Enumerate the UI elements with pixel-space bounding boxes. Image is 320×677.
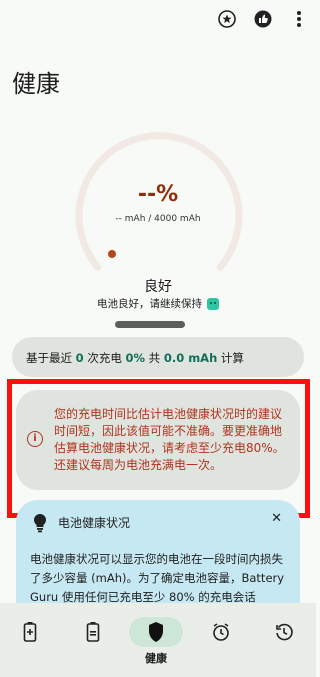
gauge-percent: --% bbox=[137, 182, 179, 207]
warning-text: 您的充电时间比估计电池健康状况时的建议时间短，因此该值可能不准确。要更准确地估算… bbox=[54, 407, 285, 472]
stats-mid2: 共 bbox=[145, 351, 164, 365]
nav-discharging[interactable] bbox=[75, 617, 111, 647]
gauge-dot bbox=[108, 250, 116, 258]
lightbulb-icon bbox=[33, 513, 47, 533]
nav-health[interactable] bbox=[129, 617, 183, 647]
shield-icon bbox=[149, 622, 163, 642]
nav-charging[interactable] bbox=[12, 617, 48, 647]
stats-mid1: 次充电 bbox=[83, 351, 126, 365]
nav-alarm[interactable] bbox=[203, 617, 239, 647]
nav-history[interactable] bbox=[266, 617, 302, 647]
happy-face-icon bbox=[207, 297, 219, 310]
more-vert-icon[interactable] bbox=[288, 8, 310, 30]
stats-suffix: 计算 bbox=[217, 351, 244, 365]
stats-text: 基于最近 0 次充电 0% 共 0.0 mAh 计算 bbox=[26, 350, 244, 366]
battery-card-title: 电池健康状况 bbox=[58, 516, 131, 530]
battery-icon bbox=[86, 622, 100, 642]
charge-mah: 0.0 mAh bbox=[163, 351, 218, 365]
badge-icon[interactable] bbox=[216, 8, 238, 30]
page-title: 健康 bbox=[12, 70, 60, 98]
health-description-text: 电池良好，请继续保持 bbox=[97, 298, 202, 310]
charge-count: 0 bbox=[75, 351, 84, 365]
info-icon: i bbox=[27, 431, 43, 447]
history-icon bbox=[276, 623, 293, 641]
warning-card: i 您的充电时间比估计电池健康状况时的建议时间短，因此该值可能不准确。要更准确地… bbox=[16, 390, 300, 490]
stats-card: 基于最近 0 次充电 0% 共 0.0 mAh 计算 bbox=[12, 337, 304, 377]
drag-handle[interactable] bbox=[115, 321, 185, 328]
bottom-navigation: 健康 bbox=[0, 603, 316, 677]
health-description: 电池良好，请继续保持 bbox=[0, 296, 316, 311]
gauge-capacity: -- mAh / 4000 mAh bbox=[115, 214, 201, 224]
stats-prefix: 基于最近 bbox=[26, 351, 76, 365]
battery-card-text: 电池健康状况可以显示您的电池在一段时间内损失了多少容量 (mAh)。为了确定电池… bbox=[30, 552, 285, 604]
charge-percent: 0% bbox=[125, 351, 146, 365]
collapse-icon[interactable]: ✕ bbox=[271, 511, 282, 526]
alarm-icon bbox=[213, 623, 229, 641]
battery-charging-icon bbox=[23, 622, 37, 642]
thumbs-up-icon[interactable] bbox=[252, 8, 274, 30]
nav-health-label: 健康 bbox=[145, 652, 167, 665]
health-status: 良好 bbox=[144, 279, 172, 295]
top-app-bar bbox=[216, 8, 310, 30]
